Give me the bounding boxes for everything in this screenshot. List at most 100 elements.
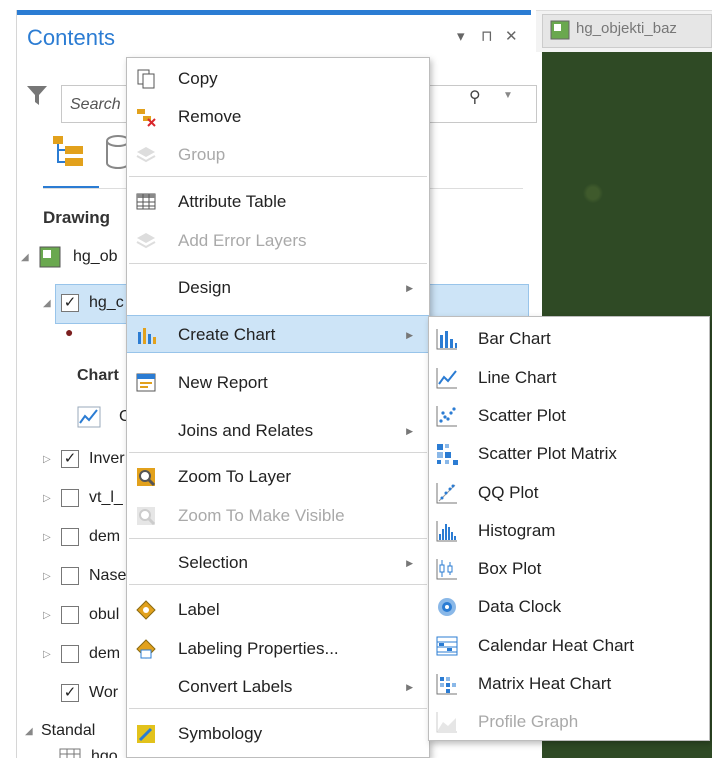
menu-item-label: Design (178, 278, 231, 297)
filter-icon[interactable] (25, 82, 49, 108)
expand-arrow-icon[interactable]: ▷ (43, 493, 51, 504)
pane-close-icon[interactable]: ✕ (505, 27, 518, 45)
tree-layer-row[interactable]: Inver (89, 450, 125, 468)
submenu-item-qq-plot[interactable]: QQ Plot (429, 473, 709, 511)
tree-table-item[interactable]: hgo (91, 748, 118, 758)
tree-layer-row[interactable]: Nase (89, 567, 126, 585)
menu-item-label: Zoom To Layer (178, 467, 292, 486)
table-icon (136, 193, 156, 210)
menu-item-labeling-properties[interactable]: Labeling Properties... (127, 630, 429, 668)
submenu-item-scatter-plot[interactable]: Scatter Plot (429, 396, 709, 434)
menu-item-attribute-table[interactable]: Attribute Table (127, 183, 429, 221)
layer-visibility-checkbox[interactable] (61, 606, 79, 624)
submenu-item-box-plot[interactable]: Box Plot (429, 549, 709, 587)
search-icon[interactable]: ⚲ (469, 87, 481, 107)
expand-arrow-icon[interactable]: ▷ (43, 571, 51, 582)
layer-visibility-checkbox[interactable] (61, 567, 79, 585)
tree-layer-row[interactable]: vt_l_ (89, 489, 123, 507)
submenu-arrow-icon: ▶ (406, 558, 413, 568)
submenu-item-data-clock[interactable]: Data Clock (429, 587, 709, 625)
tree-selected-layer[interactable]: hg_c (89, 294, 124, 312)
menu-item-label: Symbology (178, 724, 263, 743)
layer-visibility-checkbox[interactable] (61, 528, 79, 546)
menu-separator (129, 176, 427, 177)
expand-arrow-icon[interactable]: ▷ (43, 649, 51, 660)
tree-layer-row[interactable]: dem (89, 528, 120, 546)
layer-visibility-checkbox[interactable]: ✓ (61, 294, 79, 312)
collapse-arrow-icon[interactable]: ◢ (25, 726, 33, 737)
create-chart-submenu: Bar Chart Line Chart Scatter Plot Scatte… (428, 316, 710, 741)
submenu-item-label: Calendar Heat Chart (478, 636, 634, 655)
submenu-item-calendar-heat-chart[interactable]: Calendar Heat Chart (429, 626, 709, 664)
menu-item-selection[interactable]: Selection ▶ (127, 544, 429, 582)
tree-layer-row[interactable]: Wor (89, 684, 118, 702)
calendar-heat-icon (436, 636, 458, 656)
layer-visibility-checkbox[interactable] (61, 645, 79, 663)
standalone-tables-heading: Standal (41, 722, 96, 739)
collapse-arrow-icon[interactable]: ◢ (43, 298, 51, 309)
submenu-item-bar-chart[interactable]: Bar Chart (429, 319, 709, 357)
layer-visibility-checkbox[interactable]: ✓ (61, 684, 79, 702)
label-icon (136, 600, 156, 620)
submenu-item-label: Bar Chart (478, 329, 551, 348)
menu-item-label: Attribute Table (178, 192, 287, 211)
menu-item-zoom-to-layer[interactable]: Zoom To Layer (127, 458, 429, 496)
histogram-icon (436, 521, 457, 542)
menu-item-design[interactable]: Design ▶ (127, 269, 429, 307)
menu-item-label-layer[interactable]: Label (127, 591, 429, 629)
menu-item-remove[interactable]: Remove (127, 98, 429, 136)
submenu-item-matrix-heat-chart[interactable]: Matrix Heat Chart (429, 664, 709, 702)
pane-title: Contents (27, 25, 116, 50)
submenu-item-label: Data Clock (478, 597, 562, 616)
line-chart-icon (436, 368, 457, 389)
submenu-item-label: Histogram (478, 521, 556, 540)
tree-layer-row[interactable]: dem (89, 645, 120, 663)
collapse-arrow-icon[interactable]: ◢ (21, 252, 29, 263)
menu-item-symbology[interactable]: Symbology (127, 715, 429, 753)
menu-item-create-chart[interactable]: Create Chart ▶ (127, 315, 429, 353)
layer-visibility-checkbox[interactable]: ✓ (61, 450, 79, 468)
search-options-arrow-icon[interactable]: ▼ (503, 90, 513, 101)
tree-layer-row[interactable]: obul (89, 606, 119, 624)
expand-arrow-icon[interactable]: ▷ (43, 454, 51, 465)
menu-item-group: Group (127, 136, 429, 174)
menu-item-label: Copy (178, 69, 218, 88)
submenu-arrow-icon: ▶ (406, 283, 413, 293)
submenu-item-line-chart[interactable]: Line Chart (429, 358, 709, 396)
profile-graph-icon (436, 712, 457, 733)
menu-item-label: Add Error Layers (178, 231, 307, 250)
menu-item-label: Convert Labels (178, 677, 293, 696)
menu-separator (129, 708, 427, 709)
remove-icon (137, 109, 156, 127)
menu-item-joins-and-relates[interactable]: Joins and Relates ▶ (127, 412, 429, 450)
menu-item-convert-labels[interactable]: Convert Labels ▶ (127, 668, 429, 706)
expand-arrow-icon[interactable]: ▷ (43, 532, 51, 543)
map-tab-label[interactable]: hg_objekti_baz (576, 20, 677, 37)
drawing-order-icon[interactable] (51, 134, 87, 168)
copy-icon (137, 69, 155, 89)
layer-visibility-checkbox[interactable] (61, 489, 79, 507)
menu-item-add-error-layers: Add Error Layers (127, 222, 429, 260)
menu-item-copy[interactable]: Copy (127, 60, 429, 98)
menu-item-label: Create Chart (178, 325, 276, 344)
expand-arrow-icon[interactable]: ▷ (43, 610, 51, 621)
menu-item-label: Zoom To Make Visible (178, 506, 345, 525)
submenu-item-scatter-plot-matrix[interactable]: Scatter Plot Matrix (429, 434, 709, 472)
menu-item-new-report[interactable]: New Report (127, 364, 429, 402)
labeling-properties-icon (136, 639, 156, 659)
matrix-heat-icon (436, 674, 457, 695)
pane-options-icon[interactable]: ▾ (457, 27, 465, 45)
map-icon (550, 20, 570, 40)
submenu-item-histogram[interactable]: Histogram (429, 511, 709, 549)
zoom-visible-icon (137, 507, 156, 526)
layer-context-menu: Copy Remove Group Attribute Table Add Er… (126, 57, 430, 758)
menu-separator (129, 263, 427, 264)
tree-map-layer[interactable]: hg_ob (73, 248, 118, 266)
pane-pin-icon[interactable]: ⊓ (481, 27, 493, 45)
menu-item-label: Remove (178, 107, 242, 126)
table-icon (59, 748, 81, 758)
group-icon (136, 147, 156, 163)
menu-separator (129, 584, 427, 585)
submenu-item-label: QQ Plot (478, 483, 539, 502)
point-symbol-icon: ● (65, 324, 74, 340)
